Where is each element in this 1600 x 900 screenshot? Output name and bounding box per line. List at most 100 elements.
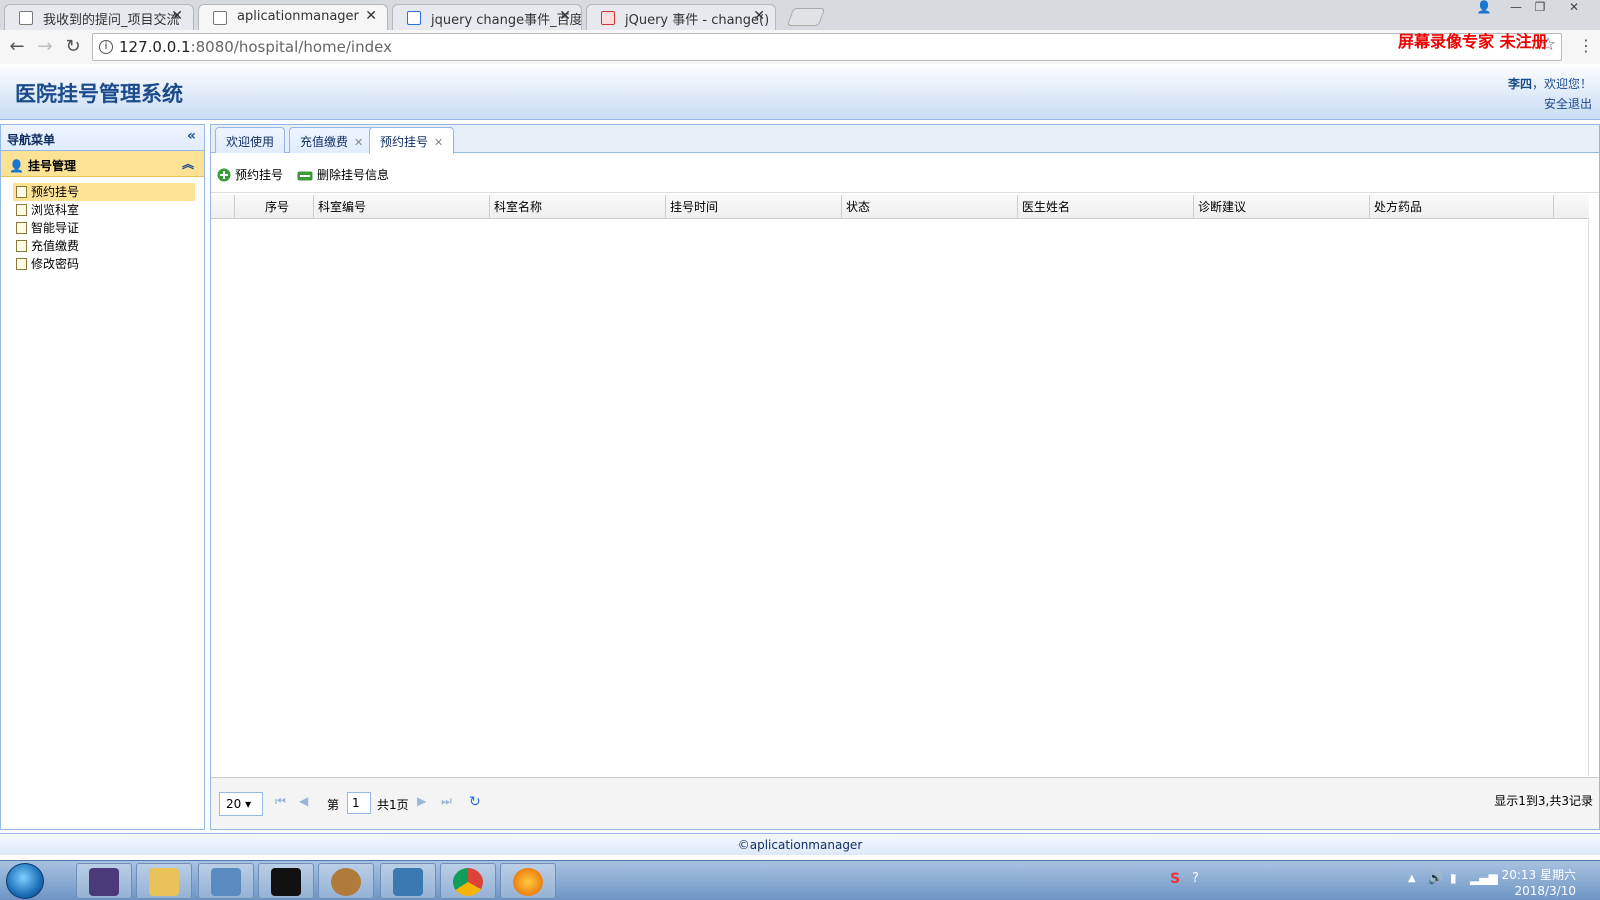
- next-page-icon[interactable]: ▶: [417, 794, 426, 808]
- file-icon: [16, 204, 27, 216]
- clock[interactable]: 20:13 星期六 2018/3/10: [1502, 867, 1576, 899]
- tab-recharge[interactable]: 充值缴费 ✕: [289, 127, 375, 153]
- cmd-icon: [271, 868, 301, 896]
- profile-icon[interactable]: 👤: [1470, 0, 1498, 18]
- grid-header: 序号 科室编号 科室名称 挂号时间 状态 医生姓名 诊断建议 处方药品: [211, 195, 1589, 219]
- column-header[interactable]: 科室编号: [314, 195, 490, 219]
- system-tray: S ? ▲ 🔊 ▮ ▂▄▆ 20:13 星期六 2018/3/10: [1140, 865, 1600, 899]
- column-header[interactable]: 科室名称: [490, 195, 666, 219]
- taskbar-eclipse[interactable]: [76, 863, 132, 899]
- welcome-area: 李四，欢迎您！ 安全退出: [1508, 74, 1592, 114]
- taskbar: S ? ▲ 🔊 ▮ ▂▄▆ 20:13 星期六 2018/3/10: [0, 860, 1600, 900]
- info-icon[interactable]: i: [99, 40, 113, 54]
- app-icon: [213, 11, 227, 25]
- delete-record-button[interactable]: 删除挂号信息: [297, 166, 389, 183]
- folder-icon: [149, 868, 179, 896]
- volume-icon[interactable]: 🔊: [1428, 871, 1443, 885]
- taskbar-recorder[interactable]: [380, 863, 436, 899]
- add-icon: [217, 168, 231, 182]
- page-icon: [19, 11, 33, 25]
- reload-icon[interactable]: ↻: [62, 36, 84, 58]
- close-icon[interactable]: ✕: [365, 8, 377, 24]
- network-icon[interactable]: ▮: [1450, 871, 1457, 885]
- firefox-icon: [513, 868, 543, 896]
- refresh-icon[interactable]: ↻: [469, 794, 481, 810]
- column-header[interactable]: 序号: [235, 195, 314, 219]
- nav-sidebar: 导航菜单 « 👤 挂号管理 ︽ 预约挂号 浏览科室 智能导证 充值缴费 修改密码: [0, 124, 205, 830]
- restore-icon[interactable]: ❐: [1526, 0, 1554, 18]
- browser-tab[interactable]: 我收到的提问_项目交流 ✕: [4, 4, 194, 30]
- tray-expand-icon[interactable]: ▲: [1408, 873, 1416, 884]
- record-summary: 显示1到3,共3记录: [1494, 794, 1593, 808]
- taskbar-cmd[interactable]: [258, 863, 314, 899]
- row-number-column: [211, 195, 235, 219]
- logout-link[interactable]: 安全退出: [1508, 94, 1592, 114]
- taskbar-tomcat[interactable]: [318, 863, 374, 899]
- file-icon: [16, 240, 27, 252]
- eclipse-icon: [89, 868, 119, 896]
- column-header[interactable]: 挂号时间: [666, 195, 842, 219]
- recorder-watermark: 屏幕录像专家 未注册: [1398, 32, 1548, 51]
- browser-tab[interactable]: jquery change事件_百度 ✕: [392, 4, 582, 30]
- sidebar-item-recharge[interactable]: 充值缴费: [13, 237, 195, 255]
- close-icon[interactable]: ✕: [559, 8, 571, 24]
- taskbar-firefox[interactable]: [500, 863, 556, 899]
- input-method-icon[interactable]: S: [1170, 871, 1180, 887]
- column-header[interactable]: 医生姓名: [1018, 195, 1194, 219]
- sidebar-item-guide[interactable]: 智能导证: [13, 219, 195, 237]
- tab-appointment[interactable]: 预约挂号 ✕: [369, 127, 455, 154]
- sidebar-item-appointment[interactable]: 预约挂号: [13, 183, 195, 201]
- tab-welcome[interactable]: 欢迎使用: [215, 127, 286, 153]
- column-header[interactable]: 处方药品: [1370, 195, 1554, 219]
- prev-page-icon[interactable]: ◀: [299, 794, 308, 808]
- taskbar-explorer[interactable]: [136, 863, 192, 899]
- taskbar-chrome[interactable]: [440, 863, 496, 899]
- system-title: 医院挂号管理系统: [15, 82, 183, 106]
- chevron-up-icon[interactable]: ︽: [182, 155, 194, 172]
- remove-icon: [297, 171, 313, 181]
- page-number-input[interactable]: 1: [347, 792, 371, 814]
- page-label: 第: [327, 798, 340, 812]
- sidebar-item-password[interactable]: 修改密码: [13, 255, 195, 273]
- user-name: 李四: [1507, 77, 1532, 91]
- baidu-paw-icon: [407, 11, 421, 25]
- close-icon[interactable]: ✕: [434, 136, 443, 149]
- collapse-icon[interactable]: «: [187, 128, 196, 144]
- signal-icon[interactable]: ▂▄▆: [1470, 871, 1498, 885]
- new-tab-button[interactable]: [786, 8, 826, 26]
- w3school-icon: [601, 11, 615, 25]
- browser-chrome: 我收到的提问_项目交流 ✕ aplicationmanager ✕ jquery…: [0, 0, 1600, 64]
- browser-tab[interactable]: jQuery 事件 - change() ✕: [586, 4, 776, 30]
- column-header[interactable]: 状态: [842, 195, 1018, 219]
- file-icon: [16, 186, 27, 198]
- last-page-icon[interactable]: ⏭: [441, 794, 452, 809]
- recorder-icon: [393, 868, 423, 896]
- menu-kebab-icon[interactable]: ⋮: [1578, 36, 1594, 55]
- add-appointment-button[interactable]: 预约挂号: [217, 166, 283, 183]
- first-page-icon[interactable]: ⏮: [275, 794, 286, 809]
- close-icon[interactable]: ✕: [171, 8, 183, 24]
- file-icon: [16, 258, 27, 270]
- forward-icon[interactable]: →: [34, 36, 56, 58]
- accordion-header[interactable]: 👤 挂号管理 ︽: [1, 151, 204, 177]
- user-icon: 👤: [9, 159, 24, 173]
- back-icon[interactable]: ←: [6, 36, 28, 58]
- footer: ©aplicationmanager: [0, 833, 1600, 855]
- address-bar[interactable]: i 127.0.0.1:8080/hospital/home/index: [92, 33, 1562, 61]
- sidebar-item-departments[interactable]: 浏览科室: [13, 201, 195, 219]
- help-icon[interactable]: ?: [1192, 871, 1199, 886]
- taskbar-mysql[interactable]: [198, 863, 254, 899]
- page-size-select[interactable]: 20 ▾: [219, 792, 263, 816]
- main-panel: 欢迎使用 充值缴费 ✕ 预约挂号 ✕ 预约挂号 删除挂号信息 序号 科室编号 科室名…: [210, 124, 1600, 830]
- start-button[interactable]: [6, 863, 44, 899]
- close-icon[interactable]: ✕: [753, 8, 765, 24]
- content-tabs: 欢迎使用 充值缴费 ✕ 预约挂号 ✕: [211, 125, 1599, 154]
- column-header[interactable]: 诊断建议: [1194, 195, 1370, 219]
- file-icon: [16, 222, 27, 234]
- browser-tab-active[interactable]: aplicationmanager ✕: [198, 4, 388, 31]
- close-window-icon[interactable]: ✕: [1560, 0, 1588, 18]
- grid-body: [211, 220, 1589, 776]
- dolphin-icon: [211, 868, 241, 896]
- close-icon[interactable]: ✕: [354, 136, 363, 149]
- browser-navbar: ← → ↻ i 127.0.0.1:8080/hospital/home/ind…: [0, 30, 1600, 64]
